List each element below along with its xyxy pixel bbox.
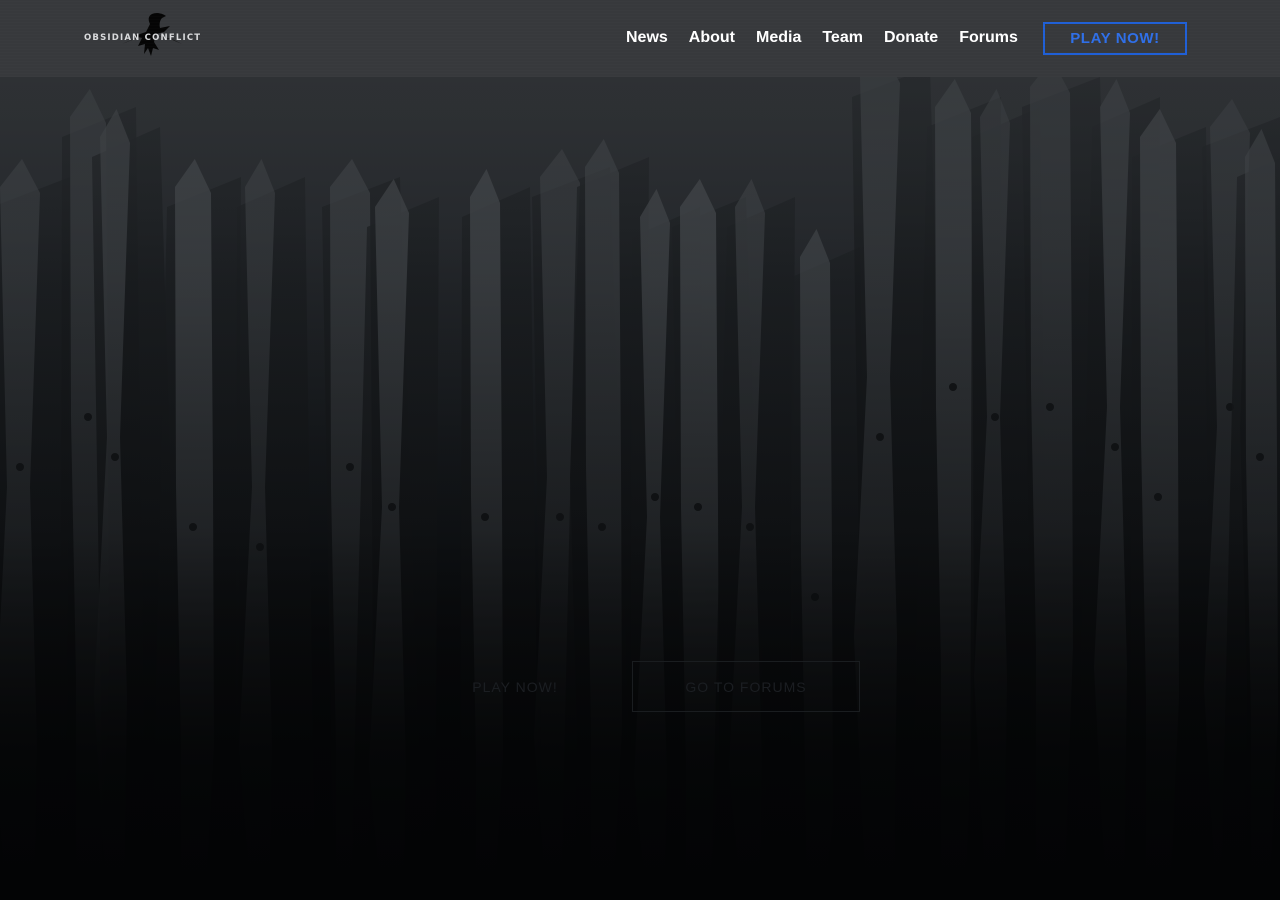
- page: OBSIDIAN CONFLICT News About Media Team …: [0, 0, 1280, 900]
- site-logo[interactable]: OBSIDIAN CONFLICT: [84, 10, 208, 66]
- go-to-forums-button[interactable]: GO TO FORUMS: [632, 661, 860, 712]
- nav-news[interactable]: News: [626, 28, 668, 48]
- hero-background-image: [0, 77, 1280, 900]
- nav-about[interactable]: About: [689, 28, 735, 48]
- hero-section: PLAY NOW! GO TO FORUMS: [0, 77, 1280, 900]
- main-nav: News About Media Team Donate Forums: [626, 28, 1018, 48]
- nav-media[interactable]: Media: [756, 28, 801, 48]
- logo-text: OBSIDIAN CONFLICT: [84, 33, 202, 43]
- hero-play-now-button[interactable]: PLAY NOW!: [440, 661, 590, 712]
- nav-donate[interactable]: Donate: [884, 28, 938, 48]
- site-header: OBSIDIAN CONFLICT News About Media Team …: [0, 0, 1280, 77]
- nav-team[interactable]: Team: [822, 28, 863, 48]
- nav-forums[interactable]: Forums: [959, 28, 1018, 48]
- play-now-button[interactable]: PLAY NOW!: [1043, 22, 1187, 55]
